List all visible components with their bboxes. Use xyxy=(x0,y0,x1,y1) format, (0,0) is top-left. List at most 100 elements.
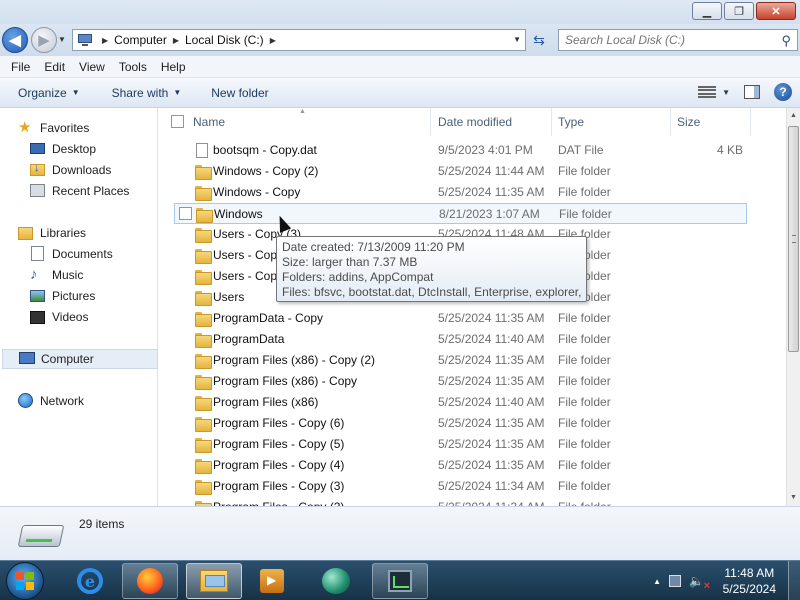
action-center-icon[interactable] xyxy=(669,575,682,587)
vertical-scrollbar[interactable]: ▲ ▼ xyxy=(786,108,800,506)
maximize-button[interactable]: ❐ xyxy=(724,2,754,20)
column-size[interactable]: Size xyxy=(671,108,751,136)
sidebar-label: Music xyxy=(52,268,84,282)
preview-pane-icon[interactable] xyxy=(744,85,760,99)
file-icon xyxy=(196,143,208,158)
minimize-button[interactable]: ▁ xyxy=(692,2,722,20)
sidebar-item-favorites[interactable]: ★ Favorites xyxy=(18,118,156,138)
file-row[interactable]: Program Files - Copy (2) 5/25/2024 11:34 … xyxy=(159,497,786,506)
sidebar-item-recent-places[interactable]: Recent Places xyxy=(30,181,156,201)
file-type: File folder xyxy=(558,479,611,493)
command-bar: Organize ▼ Share with ▼ New folder ▼ ? xyxy=(0,78,800,108)
file-size xyxy=(679,497,743,506)
taskbar-windows-explorer[interactable] xyxy=(186,563,242,599)
forward-button[interactable]: ▶ xyxy=(31,27,57,53)
file-row[interactable]: Windows - Copy (2) 5/25/2024 11:44 AM File… xyxy=(159,161,786,182)
file-date-modified: 5/25/2024 11:35 AM xyxy=(438,185,545,199)
folder-icon xyxy=(195,375,212,390)
file-row[interactable]: Windows - Copy 5/25/2024 11:35 AM File fol… xyxy=(159,182,786,203)
libraries-icon xyxy=(18,225,34,241)
row-checkbox[interactable] xyxy=(179,207,192,220)
folder-icon xyxy=(195,249,212,264)
show-desktop-button[interactable] xyxy=(788,561,800,600)
column-header: ▲ Name Date modified Type Size xyxy=(159,108,786,136)
sidebar-item-documents[interactable]: Documents xyxy=(30,244,156,264)
taskbar-clock[interactable]: 11:48 AM 5/25/2024 xyxy=(723,565,776,597)
sidebar-item-downloads[interactable]: Downloads xyxy=(30,160,156,180)
menu-view[interactable]: View xyxy=(72,60,112,74)
menu-file[interactable]: File xyxy=(4,60,37,74)
new-folder-button[interactable]: New folder xyxy=(203,86,276,100)
file-row[interactable]: Windows 8/21/2023 1:07 AM File folder xyxy=(174,203,747,224)
taskbar-internet-explorer[interactable]: e xyxy=(62,563,118,599)
file-date-modified: 5/25/2024 11:35 AM xyxy=(438,311,545,325)
help-icon[interactable]: ? xyxy=(774,83,792,101)
media-player-icon xyxy=(260,569,284,593)
downloads-icon xyxy=(30,162,46,178)
search-icon[interactable]: ⚲ xyxy=(781,33,791,49)
file-row[interactable]: bootsqm - Copy.dat 9/5/2023 4:01 PM DAT Fi… xyxy=(159,140,786,161)
share-with-button[interactable]: Share with ▼ xyxy=(104,86,190,100)
taskbar-green-app[interactable] xyxy=(308,563,364,599)
file-row[interactable]: Program Files - Copy (6) 5/25/2024 11:35 … xyxy=(159,413,786,434)
sidebar-item-computer[interactable]: Computer xyxy=(2,349,158,369)
file-row[interactable]: Program Files (x86) 5/25/2024 11:40 AM Fil… xyxy=(159,392,786,413)
file-row[interactable]: Program Files (x86) - Copy (2) 5/25/2024 … xyxy=(159,350,786,371)
scroll-up-icon[interactable]: ▲ xyxy=(787,108,800,124)
file-row[interactable]: Program Files (x86) - Copy 5/25/2024 11:3… xyxy=(159,371,786,392)
sidebar-item-network[interactable]: Network xyxy=(18,391,156,411)
column-date-modified[interactable]: Date modified xyxy=(432,108,552,136)
taskbar-firefox[interactable] xyxy=(122,563,178,599)
taskbar-media-center[interactable] xyxy=(244,563,300,599)
search-box[interactable]: ⚲ xyxy=(558,29,798,51)
menu-tools[interactable]: Tools xyxy=(112,60,154,74)
sidebar-item-desktop[interactable]: Desktop xyxy=(30,139,156,159)
folder-icon xyxy=(195,186,212,201)
file-name: Program Files - Copy (3) xyxy=(213,479,345,493)
file-row[interactable]: Program Files - Copy (4) 5/25/2024 11:35 … xyxy=(159,455,786,476)
breadcrumb-computer[interactable]: Computer xyxy=(114,33,167,47)
chevron-down-icon: ▼ xyxy=(722,87,730,97)
sidebar-item-pictures[interactable]: Pictures xyxy=(30,286,156,306)
menu-edit[interactable]: Edit xyxy=(37,60,72,74)
file-row[interactable]: ProgramData 5/25/2024 11:40 AM File folder xyxy=(159,329,786,350)
change-view-button[interactable]: ▼ xyxy=(698,84,730,100)
column-type[interactable]: Type xyxy=(552,108,671,136)
address-dropdown-icon[interactable]: ▼ xyxy=(513,35,521,44)
chevron-right-icon[interactable]: ▶ xyxy=(173,36,179,45)
file-size xyxy=(679,308,743,329)
show-hidden-icons-icon[interactable]: ▲ xyxy=(653,577,661,586)
address-bar[interactable]: ▶ Computer ▶ Local Disk (C:) ▶ ▼ xyxy=(72,29,526,51)
organize-label: Organize xyxy=(18,85,67,100)
recent-pages-dropdown[interactable]: ▼ xyxy=(58,35,66,44)
taskbar-task-manager[interactable] xyxy=(372,563,428,599)
menu-help[interactable]: Help xyxy=(154,60,193,74)
chevron-right-icon[interactable]: ▶ xyxy=(270,36,276,45)
refresh-button[interactable]: ⇆ xyxy=(528,29,550,51)
file-date-modified: 5/25/2024 11:44 AM xyxy=(438,164,545,178)
file-row[interactable]: Program Files - Copy (3) 5/25/2024 11:34 … xyxy=(159,476,786,497)
speaker-muted-icon[interactable]: 🔈 xyxy=(689,574,710,592)
windows-logo-icon xyxy=(16,572,34,590)
file-date-modified: 5/25/2024 11:35 AM xyxy=(438,353,545,367)
search-input[interactable] xyxy=(565,33,765,47)
back-button[interactable]: ◀ xyxy=(2,27,28,53)
sidebar-label: Recent Places xyxy=(52,184,130,198)
select-all-checkbox[interactable] xyxy=(171,115,184,128)
organize-button[interactable]: Organize ▼ xyxy=(10,86,88,100)
file-row[interactable]: ProgramData - Copy 5/25/2024 11:35 AM File… xyxy=(159,308,786,329)
sidebar-item-libraries[interactable]: Libraries xyxy=(18,223,156,243)
sidebar-label: Downloads xyxy=(52,163,112,177)
file-type: File folder xyxy=(558,185,611,199)
sidebar-item-videos[interactable]: Videos xyxy=(30,307,156,327)
scroll-down-icon[interactable]: ▼ xyxy=(787,490,800,506)
music-icon: ♪ xyxy=(30,266,38,283)
chevron-right-icon[interactable]: ▶ xyxy=(102,36,108,45)
scrollbar-thumb[interactable] xyxy=(788,126,799,352)
close-button[interactable]: ✕ xyxy=(756,2,796,20)
breadcrumb-local-disk[interactable]: Local Disk (C:) xyxy=(185,33,264,47)
sidebar-item-music[interactable]: ♪ Music xyxy=(30,265,156,285)
file-row[interactable]: Program Files - Copy (5) 5/25/2024 11:35 … xyxy=(159,434,786,455)
column-name[interactable]: Name xyxy=(187,108,431,136)
start-button[interactable] xyxy=(6,562,44,600)
